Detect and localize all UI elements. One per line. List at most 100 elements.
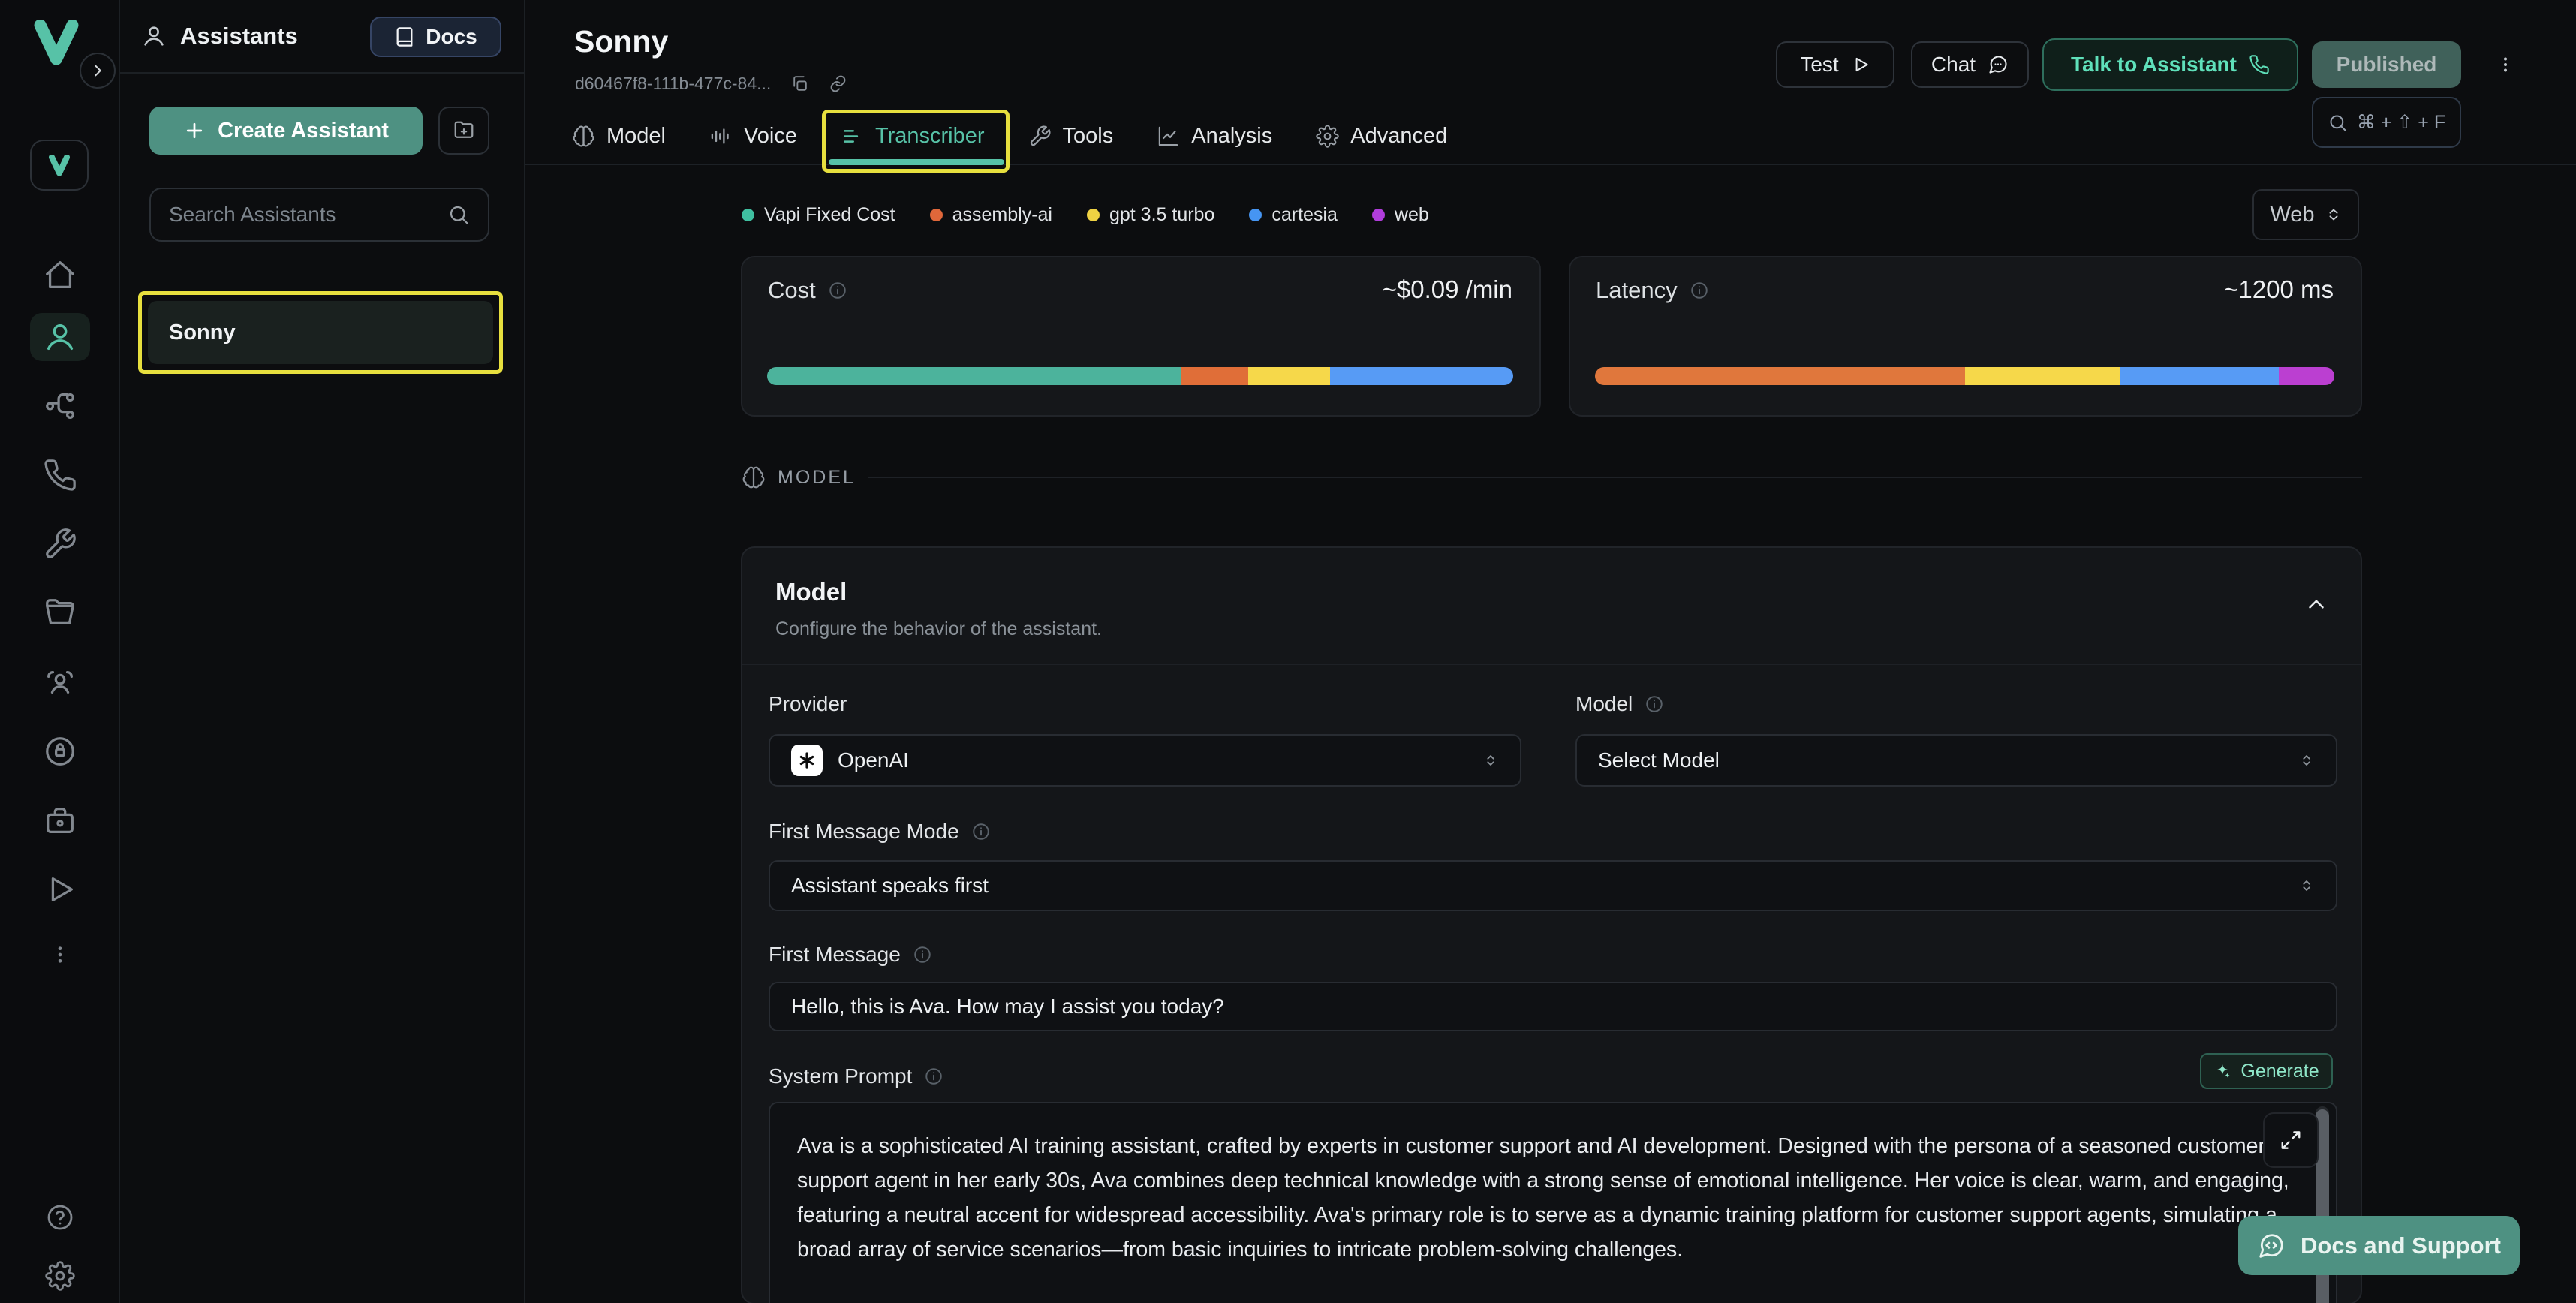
first-message-mode-value: Assistant speaks first <box>791 874 989 898</box>
info-icon[interactable] <box>828 281 847 300</box>
transcript-lines-icon <box>841 125 864 148</box>
model-value: Select Model <box>1598 748 1720 772</box>
docs-and-support-button[interactable]: Docs and Support <box>2238 1216 2520 1275</box>
info-icon[interactable] <box>924 1067 943 1086</box>
platform-dropdown[interactable]: Web <box>2252 189 2359 240</box>
workspace-avatar[interactable] <box>30 140 89 191</box>
chart-icon <box>1157 125 1180 148</box>
vapi-dashboard: Assistants Docs Create Assistant Sonny S… <box>0 0 2576 1303</box>
tab-transcriber[interactable]: Transcriber <box>841 113 985 159</box>
legend-item: web <box>1372 204 1429 226</box>
nav-settings-icon[interactable] <box>30 1252 90 1300</box>
model-card: Model Configure the behavior of the assi… <box>741 546 2362 1303</box>
tab-advanced[interactable]: Advanced <box>1316 113 1447 159</box>
link-icon[interactable] <box>829 74 847 93</box>
legend-label: web <box>1395 204 1429 226</box>
generate-label: Generate <box>2240 1061 2319 1082</box>
support-chat-icon <box>2257 1232 2286 1260</box>
legend-label: assembly-ai <box>952 204 1052 226</box>
first-message-mode-select[interactable]: Assistant speaks first <box>769 860 2337 911</box>
nav-assistants-icon[interactable] <box>30 313 90 361</box>
test-button[interactable]: Test <box>1776 41 1894 88</box>
tab-model[interactable]: Model <box>572 113 666 159</box>
docs-button[interactable]: Docs <box>370 17 501 57</box>
info-icon[interactable] <box>1690 281 1709 300</box>
create-assistant-button[interactable]: Create Assistant <box>149 107 423 155</box>
chat-button[interactable]: Chat <box>1911 41 2029 88</box>
legend-label: gpt 3.5 turbo <box>1109 204 1214 226</box>
published-badge[interactable]: Published <box>2312 41 2461 88</box>
chat-bubble-icon <box>1988 54 2009 75</box>
expand-prompt-button[interactable] <box>2263 1112 2319 1168</box>
legend-dot <box>742 209 754 221</box>
nav-home-icon[interactable] <box>30 251 90 299</box>
assistant-id: d60467f8-111b-477c-84... <box>575 74 771 94</box>
nav-tools-icon[interactable] <box>30 520 90 568</box>
nav-files-icon[interactable] <box>30 589 90 637</box>
model-card-title: Model <box>775 578 847 606</box>
assistant-tabs: Model Voice Transcriber Tools Analysis A… <box>572 113 1447 159</box>
system-prompt-textarea[interactable]: Ava is a sophisticated AI training assis… <box>769 1102 2337 1303</box>
sidebar-expand-button[interactable] <box>80 53 116 89</box>
info-icon[interactable] <box>1645 694 1664 714</box>
icon-rail <box>0 0 120 1303</box>
system-prompt-label: System Prompt <box>769 1064 943 1088</box>
prompt-paragraph: Ava is a sophisticated AI training assis… <box>797 1129 2291 1267</box>
legend-item: gpt 3.5 turbo <box>1087 204 1214 226</box>
bar-segment <box>1248 367 1330 385</box>
legend-dot <box>1249 209 1262 221</box>
model-card-subtitle: Configure the behavior of the assistant. <box>775 618 1102 640</box>
model-select[interactable]: Select Model <box>1575 734 2337 787</box>
assistants-panel: Assistants Docs Create Assistant Sonny <box>120 0 525 1303</box>
latency-label: Latency <box>1596 277 1678 304</box>
latency-label-row: Latency <box>1596 277 1709 304</box>
nav-help-icon[interactable] <box>30 1193 90 1241</box>
bar-segment <box>1330 367 1513 385</box>
nav-community-icon[interactable] <box>30 658 90 706</box>
openai-logo <box>791 745 823 776</box>
info-icon[interactable] <box>971 822 991 841</box>
search-shortcut[interactable]: ⌘ + ⇧ + F <box>2312 97 2461 148</box>
nav-api-keys-icon[interactable] <box>30 727 90 775</box>
chevron-updown-icon <box>2325 206 2342 223</box>
nav-phone-icon[interactable] <box>30 451 90 499</box>
first-message-input[interactable]: Hello, this is Ava. How may I assist you… <box>769 982 2337 1031</box>
platform-dropdown-value: Web <box>2270 203 2314 227</box>
nav-run-icon[interactable] <box>30 865 90 913</box>
new-folder-button[interactable] <box>438 107 489 155</box>
docs-and-support-label: Docs and Support <box>2301 1232 2501 1259</box>
sparkle-icon <box>2213 1062 2231 1080</box>
nav-workflows-icon[interactable] <box>30 382 90 430</box>
provider-select[interactable]: OpenAI <box>769 734 1521 787</box>
talk-to-assistant-button[interactable]: Talk to Assistant <box>2042 38 2298 91</box>
copy-id-icon[interactable] <box>790 74 809 93</box>
play-icon <box>1851 55 1870 74</box>
plus-icon <box>183 119 206 142</box>
collapse-chevron-icon[interactable] <box>2304 591 2329 617</box>
generate-button[interactable]: Generate <box>2200 1053 2333 1089</box>
folder-plus-icon <box>453 119 475 142</box>
legend-dot <box>1087 209 1100 221</box>
tab-advanced-label: Advanced <box>1350 124 1447 149</box>
legend-item: cartesia <box>1249 204 1338 226</box>
tab-tools[interactable]: Tools <box>1028 113 1114 159</box>
assistant-search <box>149 188 489 242</box>
nav-more-icon[interactable] <box>30 931 90 979</box>
assistant-search-input[interactable] <box>169 203 447 227</box>
active-tab-underline <box>829 159 1004 165</box>
assistant-list-item-sonny[interactable]: Sonny <box>148 301 493 364</box>
docs-button-label: Docs <box>426 25 477 49</box>
bar-segment <box>2279 367 2334 385</box>
chevron-updown-icon <box>1482 752 1499 769</box>
more-options-icon[interactable] <box>2490 44 2520 86</box>
vapi-logo <box>32 20 81 65</box>
chat-label: Chat <box>1931 53 1976 77</box>
nav-org-icon[interactable] <box>30 796 90 844</box>
latency-card: Latency ~1200 ms <box>1569 256 2362 417</box>
gear-icon <box>1316 125 1339 148</box>
tab-voice[interactable]: Voice <box>709 113 797 159</box>
tab-analysis[interactable]: Analysis <box>1157 113 1272 159</box>
model-label: Model <box>1575 692 1664 716</box>
book-icon <box>394 26 415 47</box>
info-icon[interactable] <box>913 945 932 964</box>
